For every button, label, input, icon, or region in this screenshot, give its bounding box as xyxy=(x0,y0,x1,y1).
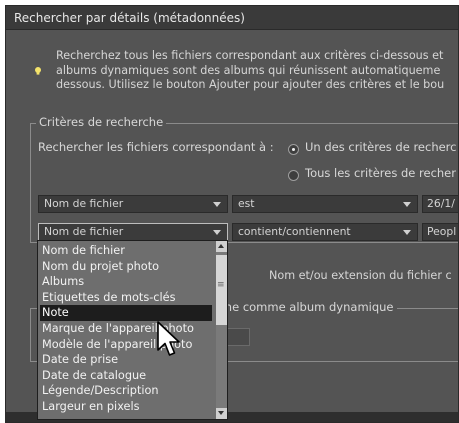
chevron-down-icon xyxy=(213,230,221,235)
dropdown-option[interactable]: Etiquettes de mots-clés xyxy=(40,290,212,306)
dropdown-option[interactable]: Marque de l'appareil photo xyxy=(40,321,212,337)
chevron-down-icon xyxy=(403,230,411,235)
match-label: Rechercher les fichiers correspondant à … xyxy=(38,140,274,154)
dialog-title: Rechercher par détails (métadonnées) xyxy=(6,6,458,30)
criteria-value-input-2[interactable]: Peopl xyxy=(422,223,458,241)
dropdown-option[interactable]: Nom de fichier xyxy=(40,243,212,259)
criteria-operator-select-1[interactable]: est xyxy=(232,195,418,213)
dropdown-option[interactable]: Nom du projet photo xyxy=(40,259,212,275)
criteria-legend: Critères de recherche xyxy=(36,115,167,129)
smart-album-legend: rche comme album dynamique xyxy=(211,300,397,314)
search-details-dialog: Rechercher par détails (métadonnées) Rec… xyxy=(5,5,459,423)
dropdown-option[interactable]: Date de catalogue xyxy=(40,368,212,384)
chevron-down-icon xyxy=(213,202,221,207)
radio-all-label[interactable]: Tous les critères de recher xyxy=(305,166,456,180)
criteria-field-dropdown-list[interactable]: Nom de fichier Nom du projet photo Album… xyxy=(37,240,228,420)
criteria-operator-select-2[interactable]: contient/contiennent xyxy=(232,223,418,241)
scroll-down-arrow-icon[interactable] xyxy=(216,408,227,419)
info-text: Recherchez tous les fichiers corresponda… xyxy=(56,49,458,93)
radio-all-criteria[interactable] xyxy=(288,170,299,181)
criteria-operator-value-1: est xyxy=(238,197,255,210)
criteria-value-input-1[interactable]: 26/1/ xyxy=(422,195,458,213)
info-line-1: Recherchez tous les fichiers corresponda… xyxy=(56,49,444,62)
criteria-field-select-1[interactable]: Nom de fichier xyxy=(38,195,228,213)
scroll-up-arrow-icon[interactable] xyxy=(216,241,227,252)
dropdown-option[interactable]: Albums xyxy=(40,274,212,290)
scroll-thumb[interactable] xyxy=(216,255,227,325)
dropdown-option[interactable]: Modèle de l'appareil photo xyxy=(40,337,212,353)
info-line-3: dessous. Utilisez le bouton Ajouter pour… xyxy=(56,78,445,91)
criteria-hint: Nom et/ou extension du fichier c xyxy=(269,269,452,282)
criteria-field-value-1: Nom de fichier xyxy=(44,197,124,210)
dropdown-option[interactable]: Date de prise xyxy=(40,352,212,368)
dropdown-scrollbar[interactable] xyxy=(216,241,227,419)
dropdown-option-selected[interactable]: Note xyxy=(40,305,212,321)
chevron-down-icon xyxy=(403,202,411,207)
mouse-cursor-icon xyxy=(157,321,180,356)
criteria-field-value-2: Nom de fichier xyxy=(44,225,124,238)
dropdown-option[interactable]: Légende/Description xyxy=(40,383,212,399)
lightbulb-icon xyxy=(35,67,41,75)
radio-any-label[interactable]: Un des critères de recherc xyxy=(305,140,456,154)
radio-any-criteria[interactable] xyxy=(288,144,299,155)
dropdown-option[interactable]: Largeur en pixels xyxy=(40,399,212,415)
criteria-field-select-2[interactable]: Nom de fichier xyxy=(38,223,228,241)
criteria-operator-value-2: contient/contiennent xyxy=(238,225,351,238)
info-line-2: albums dynamiques sont des albums qui ré… xyxy=(56,63,441,77)
